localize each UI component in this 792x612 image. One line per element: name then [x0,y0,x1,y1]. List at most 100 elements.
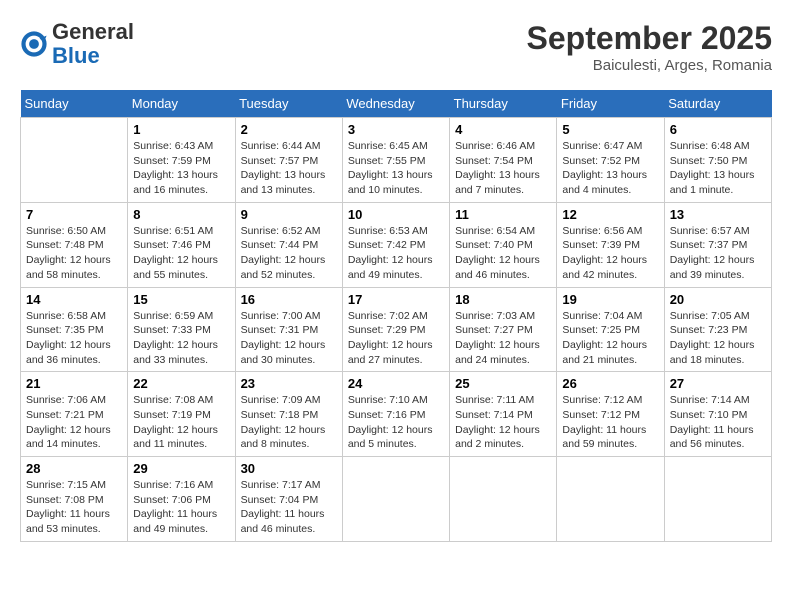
day-number: 12 [562,207,658,222]
day-cell [21,118,128,203]
day-number: 20 [670,292,766,307]
day-cell: 29 Sunrise: 7:16 AM Sunset: 7:06 PM Dayli… [128,457,235,542]
day-number: 25 [455,376,551,391]
day-cell: 17Sunrise: 7:02 AM Sunset: 7:29 PM Dayli… [342,287,449,372]
day-info: Sunrise: 7:06 AM Sunset: 7:21 PM Dayligh… [26,393,122,452]
day-info: Sunrise: 6:46 AM Sunset: 7:54 PM Dayligh… [455,139,551,198]
day-number: 6 [670,122,766,137]
day-cell: 1 Sunrise: 6:43 AM Sunset: 7:59 PM Daylig… [128,118,235,203]
day-info: Sunrise: 6:56 AM Sunset: 7:39 PM Dayligh… [562,224,658,283]
header-cell-sunday: Sunday [21,90,128,118]
header-cell-saturday: Saturday [664,90,771,118]
day-number: 29 [133,461,229,476]
day-number: 28 [26,461,122,476]
logo-general: General [52,20,134,44]
day-number: 19 [562,292,658,307]
day-info: Sunrise: 7:14 AM Sunset: 7:10 PM Dayligh… [670,393,766,452]
week-row-3: 14 Sunrise: 6:58 AM Sunset: 7:35 PM Dayli… [21,287,772,372]
header-cell-monday: Monday [128,90,235,118]
day-info: Sunrise: 7:02 AM Sunset: 7:29 PM Dayligh… [348,309,444,368]
day-number: 5 [562,122,658,137]
day-cell: 7 Sunrise: 6:50 AM Sunset: 7:48 PM Daylig… [21,202,128,287]
day-cell: 27 Sunrise: 7:14 AM Sunset: 7:10 PM Dayli… [664,372,771,457]
day-info: Sunrise: 7:00 AM Sunset: 7:31 PM Dayligh… [241,309,337,368]
logo-icon [20,30,48,58]
day-number: 9 [241,207,337,222]
header-cell-thursday: Thursday [450,90,557,118]
day-cell [557,457,664,542]
day-info: Sunrise: 6:57 AM Sunset: 7:37 PM Dayligh… [670,224,766,283]
day-cell: 30 Sunrise: 7:17 AM Sunset: 7:04 PM Dayli… [235,457,342,542]
day-info: Sunrise: 6:52 AM Sunset: 7:44 PM Dayligh… [241,224,337,283]
page-header: General Blue September 2025 Baiculesti, … [20,20,772,74]
day-info: Sunrise: 7:16 AM Sunset: 7:06 PM Dayligh… [133,478,229,537]
day-cell: 19Sunrise: 7:04 AM Sunset: 7:25 PM Dayli… [557,287,664,372]
header-cell-wednesday: Wednesday [342,90,449,118]
day-info: Sunrise: 6:44 AM Sunset: 7:57 PM Dayligh… [241,139,337,198]
day-cell: 12 Sunrise: 6:56 AM Sunset: 7:39 PM Dayli… [557,202,664,287]
day-cell: 11Sunrise: 6:54 AM Sunset: 7:40 PM Dayli… [450,202,557,287]
day-cell: 25 Sunrise: 7:11 AM Sunset: 7:14 PM Dayli… [450,372,557,457]
day-cell: 28 Sunrise: 7:15 AM Sunset: 7:08 PM Dayli… [21,457,128,542]
day-number: 1 [133,122,229,137]
header-cell-friday: Friday [557,90,664,118]
day-cell: 16 Sunrise: 7:00 AM Sunset: 7:31 PM Dayli… [235,287,342,372]
day-info: Sunrise: 7:05 AM Sunset: 7:23 PM Dayligh… [670,309,766,368]
day-info: Sunrise: 6:58 AM Sunset: 7:35 PM Dayligh… [26,309,122,368]
day-cell: 3 Sunrise: 6:45 AM Sunset: 7:55 PM Daylig… [342,118,449,203]
day-cell: 15 Sunrise: 6:59 AM Sunset: 7:33 PM Dayli… [128,287,235,372]
day-info: Sunrise: 6:48 AM Sunset: 7:50 PM Dayligh… [670,139,766,198]
day-info: Sunrise: 7:12 AM Sunset: 7:12 PM Dayligh… [562,393,658,452]
day-info: Sunrise: 7:09 AM Sunset: 7:18 PM Dayligh… [241,393,337,452]
day-cell: 24Sunrise: 7:10 AM Sunset: 7:16 PM Dayli… [342,372,449,457]
day-info: Sunrise: 6:45 AM Sunset: 7:55 PM Dayligh… [348,139,444,198]
day-number: 22 [133,376,229,391]
day-info: Sunrise: 6:50 AM Sunset: 7:48 PM Dayligh… [26,224,122,283]
day-number: 3 [348,122,444,137]
day-cell [664,457,771,542]
header-row: SundayMondayTuesdayWednesdayThursdayFrid… [21,90,772,118]
day-number: 18 [455,292,551,307]
day-info: Sunrise: 6:51 AM Sunset: 7:46 PM Dayligh… [133,224,229,283]
day-info: Sunrise: 6:59 AM Sunset: 7:33 PM Dayligh… [133,309,229,368]
day-number: 27 [670,376,766,391]
day-info: Sunrise: 7:10 AM Sunset: 7:16 PM Dayligh… [348,393,444,452]
day-number: 10 [348,207,444,222]
day-cell: 23 Sunrise: 7:09 AM Sunset: 7:18 PM Dayli… [235,372,342,457]
location: Baiculesti, Arges, Romania [527,57,772,74]
day-cell: 18 Sunrise: 7:03 AM Sunset: 7:27 PM Dayli… [450,287,557,372]
day-cell [342,457,449,542]
week-row-5: 28 Sunrise: 7:15 AM Sunset: 7:08 PM Dayli… [21,457,772,542]
day-number: 13 [670,207,766,222]
day-number: 16 [241,292,337,307]
day-info: Sunrise: 6:53 AM Sunset: 7:42 PM Dayligh… [348,224,444,283]
day-info: Sunrise: 7:17 AM Sunset: 7:04 PM Dayligh… [241,478,337,537]
logo-blue-text: Blue [52,44,134,68]
day-info: Sunrise: 7:08 AM Sunset: 7:19 PM Dayligh… [133,393,229,452]
day-cell: 4Sunrise: 6:46 AM Sunset: 7:54 PM Daylig… [450,118,557,203]
day-cell: 13 Sunrise: 6:57 AM Sunset: 7:37 PM Dayli… [664,202,771,287]
day-cell: 20 Sunrise: 7:05 AM Sunset: 7:23 PM Dayli… [664,287,771,372]
day-number: 26 [562,376,658,391]
day-info: Sunrise: 6:43 AM Sunset: 7:59 PM Dayligh… [133,139,229,198]
calendar-body: 1 Sunrise: 6:43 AM Sunset: 7:59 PM Daylig… [21,118,772,542]
day-number: 30 [241,461,337,476]
day-number: 14 [26,292,122,307]
day-number: 7 [26,207,122,222]
day-info: Sunrise: 7:11 AM Sunset: 7:14 PM Dayligh… [455,393,551,452]
day-number: 15 [133,292,229,307]
day-number: 23 [241,376,337,391]
week-row-2: 7 Sunrise: 6:50 AM Sunset: 7:48 PM Daylig… [21,202,772,287]
day-cell: 6 Sunrise: 6:48 AM Sunset: 7:50 PM Daylig… [664,118,771,203]
logo-text: General Blue [52,20,134,68]
day-cell: 14 Sunrise: 6:58 AM Sunset: 7:35 PM Dayli… [21,287,128,372]
day-info: Sunrise: 7:15 AM Sunset: 7:08 PM Dayligh… [26,478,122,537]
title-block: September 2025 Baiculesti, Arges, Romani… [527,20,772,74]
day-cell: 5Sunrise: 6:47 AM Sunset: 7:52 PM Daylig… [557,118,664,203]
day-cell: 2Sunrise: 6:44 AM Sunset: 7:57 PM Daylig… [235,118,342,203]
day-cell: 10 Sunrise: 6:53 AM Sunset: 7:42 PM Dayli… [342,202,449,287]
day-info: Sunrise: 7:03 AM Sunset: 7:27 PM Dayligh… [455,309,551,368]
day-number: 8 [133,207,229,222]
week-row-1: 1 Sunrise: 6:43 AM Sunset: 7:59 PM Daylig… [21,118,772,203]
week-row-4: 21Sunrise: 7:06 AM Sunset: 7:21 PM Dayli… [21,372,772,457]
